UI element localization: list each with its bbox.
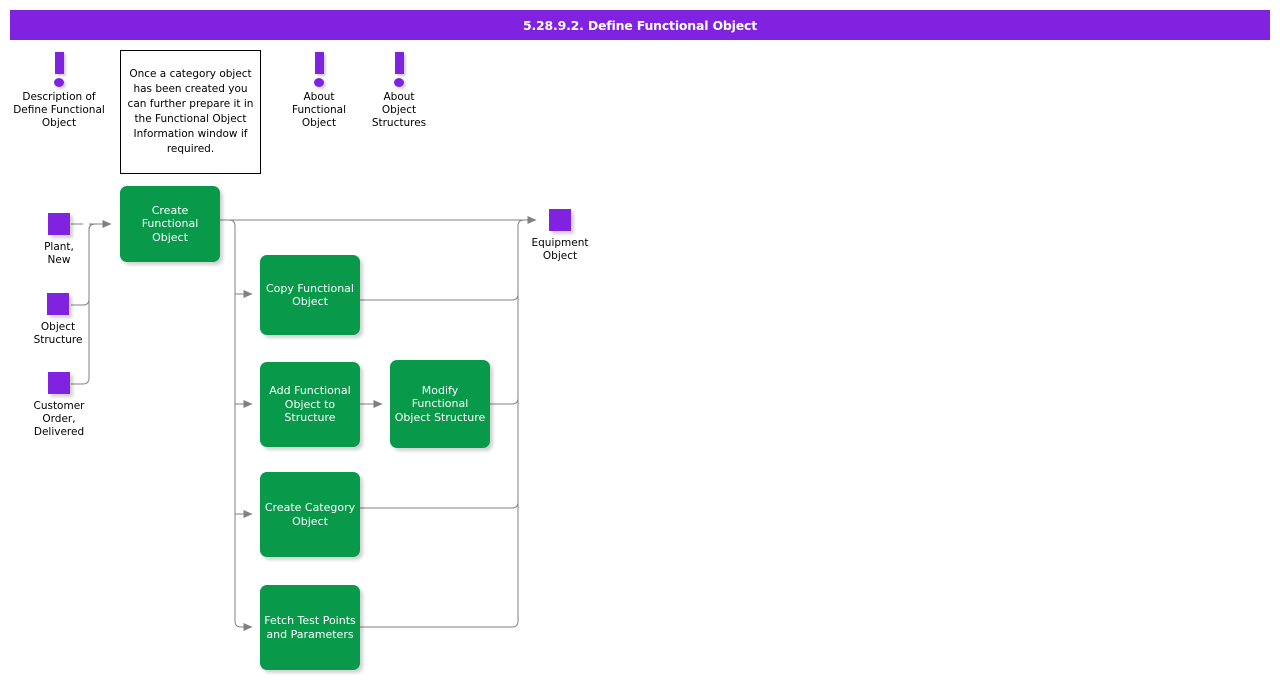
input-node-label: Customer Order, Delivered [33, 400, 84, 439]
input-node-customer-order-delivered[interactable]: Customer Order, Delivered [14, 372, 104, 439]
input-node-label: Object Structure [34, 321, 83, 347]
info-marker-label: Description of Define Functional Object [13, 91, 105, 130]
edge-modify-return [490, 226, 518, 404]
exclamation-icon [390, 52, 408, 88]
window-title-bar: 5.28.9.2. Define Functional Object [10, 10, 1270, 40]
process-create-functional-object[interactable]: Create Functional Object [120, 186, 220, 262]
process-copy-functional-object[interactable]: Copy Functional Object [260, 255, 360, 335]
data-object-icon [549, 209, 571, 231]
process-label: Create Functional Object [139, 204, 202, 245]
note-box: Once a category object has been created … [120, 50, 261, 174]
exclamation-icon [50, 52, 68, 88]
info-marker-label: About Functional Object [292, 91, 346, 130]
process-label: Copy Functional Object [263, 282, 357, 309]
process-fetch-test-points-and-parameters[interactable]: Fetch Test Points and Parameters [260, 585, 360, 670]
exclamation-icon [310, 52, 328, 88]
input-node-plant-new[interactable]: Plant, New [14, 213, 104, 267]
process-modify-functional-object-structure[interactable]: Modify Functional Object Structure [390, 360, 490, 448]
process-label: Add Functional Object to Structure [266, 384, 353, 425]
info-marker-label: About Object Structures [372, 91, 426, 130]
info-marker-about-object-structures[interactable]: About Object Structures [349, 52, 449, 130]
edge-copy-return [360, 220, 524, 300]
note-text: Once a category object has been created … [121, 67, 260, 157]
process-add-functional-object-to-structure[interactable]: Add Functional Object to Structure [260, 362, 360, 447]
output-node-equipment-object[interactable]: Equipment Object [515, 209, 605, 263]
process-label: Create Category Object [262, 501, 358, 528]
process-label: Fetch Test Points and Parameters [261, 614, 359, 641]
process-create-category-object[interactable]: Create Category Object [260, 472, 360, 557]
input-node-object-structure[interactable]: Object Structure [13, 293, 103, 347]
data-object-icon [48, 372, 70, 394]
input-node-label: Plant, New [44, 241, 74, 267]
process-label: Modify Functional Object Structure [392, 384, 489, 425]
edge-branch-bus [229, 220, 241, 627]
info-marker-description[interactable]: Description of Define Functional Object [9, 52, 109, 130]
data-object-icon [47, 293, 69, 315]
diagram-canvas: 5.28.9.2. Define Functional Object [0, 0, 1280, 680]
page-title: 5.28.9.2. Define Functional Object [523, 18, 757, 33]
output-node-label: Equipment Object [532, 237, 589, 263]
data-object-icon [48, 213, 70, 235]
